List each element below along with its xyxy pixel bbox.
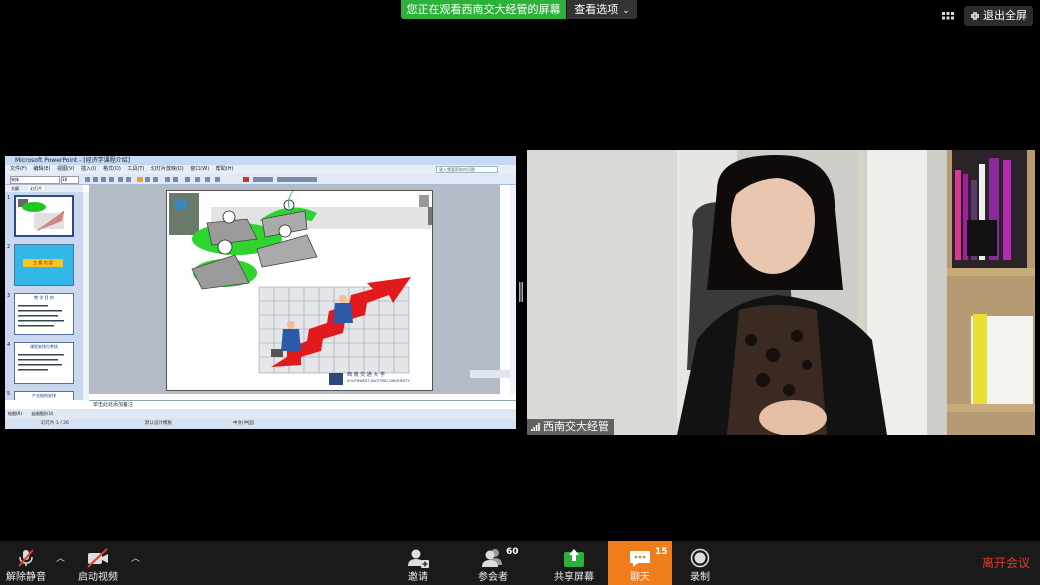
video-off-icon <box>87 548 108 568</box>
notes-pane[interactable]: 单击此处添加备注 <box>89 400 516 408</box>
leave-meeting-button[interactable]: 离开会议 <box>982 541 1030 585</box>
menu-window[interactable]: 窗口(W) <box>190 166 209 172</box>
exit-fullscreen-icon <box>971 12 979 20</box>
chevron-down-icon: ⌄ <box>622 6 630 16</box>
menu-view[interactable]: 视图(V) <box>57 166 74 172</box>
signal-strength-icon <box>531 423 540 431</box>
menu-file[interactable]: 文件(F) <box>10 166 27 172</box>
tab-outline[interactable]: 大纲 <box>11 186 19 191</box>
drawing-toolbar: 绘图(R) 自选图形(U) <box>5 409 516 419</box>
slide-thumbnail[interactable] <box>14 195 74 237</box>
slide-thumbnail[interactable]: 教 学 目 的 <box>14 293 74 335</box>
participants-icon <box>482 549 502 567</box>
invite-button[interactable]: 邀请 <box>398 541 438 585</box>
menu-insert[interactable]: 插入(I) <box>81 166 96 172</box>
share-screen-icon <box>564 549 584 567</box>
status-slide: 幻灯片 1 / 26 <box>41 421 69 426</box>
split-drag-handle[interactable] <box>519 282 523 302</box>
thumb-num: 1 <box>7 195 11 201</box>
thumb-num: 5 <box>7 391 11 397</box>
font-name-box[interactable]: 宋体 <box>10 176 60 184</box>
thumb-num: 4 <box>7 342 11 348</box>
ppt-pane-tabs: 大纲 幻灯片 <box>5 185 83 192</box>
menu-format[interactable]: 格式(O) <box>103 166 121 172</box>
current-slide[interactable]: 西 南 交 通 大 学 SOUTHWEST JIAOTONG UNIVERSIT… <box>166 190 433 391</box>
participant-video[interactable] <box>527 150 1035 435</box>
viewing-banner: 您正在观看西南交大经管的屏幕 <box>401 0 566 19</box>
slide-logo-en: SOUTHWEST JIAOTONG UNIVERSITY <box>347 379 410 383</box>
ppt-window-title: Microsoft PowerPoint - [经济学课程介绍] <box>15 157 130 164</box>
meeting-toolbar: 解除静音 ︿ 启动视频 ︿ 邀请 60 参会者 共享屏幕 15 聊天 录制 离开… <box>0 541 1040 585</box>
slide-thumbnail[interactable]: 主 要 内 容 <box>14 244 74 286</box>
participants-label: 参会者 <box>478 572 508 583</box>
exit-fullscreen-label: 退出全屏 <box>983 9 1027 22</box>
start-video-label: 启动视频 <box>78 572 118 583</box>
slide-thumbnails: 1 2 主 要 内 容 3 教 学 目 的 4 课程安排与考核 5 产业结构安排 <box>5 192 83 400</box>
participants-button[interactable]: 60 参会者 <box>470 541 519 585</box>
thumb-num: 3 <box>7 293 11 299</box>
font-size-box[interactable]: 18 <box>61 176 79 184</box>
unmute-button[interactable]: 解除静音 <box>0 541 52 585</box>
tab-slides[interactable]: 幻灯片 <box>28 186 45 191</box>
autoshape-menu[interactable]: 自选图形(U) <box>31 411 53 416</box>
view-buttons[interactable] <box>470 370 510 378</box>
ppt-toolbar-buttons[interactable] <box>5 174 516 184</box>
gallery-view-icon[interactable] <box>940 9 956 25</box>
participants-count: 60 <box>506 547 519 557</box>
slide-illustration <box>169 191 432 385</box>
share-screen-label: 共享屏幕 <box>554 572 594 583</box>
ppt-status-bar: 幻灯片 1 / 26 默认设计模板 中文(中国) <box>5 419 516 429</box>
slide-thumbnail[interactable]: 产业结构安排 <box>14 391 74 400</box>
ppt-help-box[interactable]: 键入需要帮助的问题 <box>436 166 498 173</box>
record-label: 录制 <box>690 572 710 583</box>
thumb-num: 2 <box>7 244 11 250</box>
chat-bubble-icon <box>630 551 650 567</box>
unmute-label: 解除静音 <box>6 572 46 583</box>
thumb-slide-art <box>18 199 64 231</box>
slide-scrollbar[interactable] <box>510 185 516 394</box>
ppt-window-controls[interactable] <box>484 157 514 172</box>
menu-tools[interactable]: 工具(T) <box>127 166 144 172</box>
audio-options-caret[interactable]: ︿ <box>56 551 65 564</box>
microphone-muted-icon <box>18 549 34 567</box>
participant-name: 西南交大经管 <box>543 420 609 433</box>
draw-menu[interactable]: 绘图(R) <box>8 411 22 416</box>
share-screen-button[interactable]: 共享屏幕 <box>548 541 600 585</box>
slide-thumbnail[interactable]: 课程安排与考核 <box>14 342 74 384</box>
invite-label: 邀请 <box>408 572 428 583</box>
chat-unread-count: 15 <box>655 547 668 557</box>
speaker-video-frame <box>527 150 1035 435</box>
menu-slideshow[interactable]: 幻灯片放映(D) <box>151 166 184 172</box>
record-button[interactable]: 录制 <box>680 541 720 585</box>
start-video-button[interactable]: 启动视频 <box>70 541 126 585</box>
chat-label: 聊天 <box>630 572 650 583</box>
slide-logo-cn: 西 南 交 通 大 学 <box>347 372 385 378</box>
ppt-title-bar: Microsoft PowerPoint - [经济学课程介绍] <box>5 156 516 165</box>
video-options-caret[interactable]: ︿ <box>131 551 140 564</box>
menu-edit[interactable]: 编辑(E) <box>33 166 50 172</box>
thumb-text-lines <box>18 354 64 371</box>
menu-help[interactable]: 帮助(H) <box>216 166 234 172</box>
participant-name-tag: 西南交大经管 <box>527 419 614 435</box>
exit-fullscreen-button[interactable]: 退出全屏 <box>964 6 1033 26</box>
record-icon <box>690 548 710 568</box>
view-options-label: 查看选项 <box>574 3 619 16</box>
add-user-icon <box>408 549 429 568</box>
status-design: 默认设计模板 <box>145 421 172 426</box>
thumb-title: 产业结构安排 <box>32 393 56 398</box>
ppt-format-toolbar <box>5 174 516 185</box>
chat-button[interactable]: 15 聊天 <box>608 541 672 585</box>
thumb-text-lines <box>18 305 64 327</box>
shared-screen[interactable]: Microsoft PowerPoint - [经济学课程介绍] 文件(F) 编… <box>5 156 516 429</box>
thumb-title: 主 要 内 容 <box>23 259 63 267</box>
status-language: 中文(中国) <box>233 421 255 426</box>
view-options-button[interactable]: 查看选项 ⌄ <box>567 0 637 19</box>
